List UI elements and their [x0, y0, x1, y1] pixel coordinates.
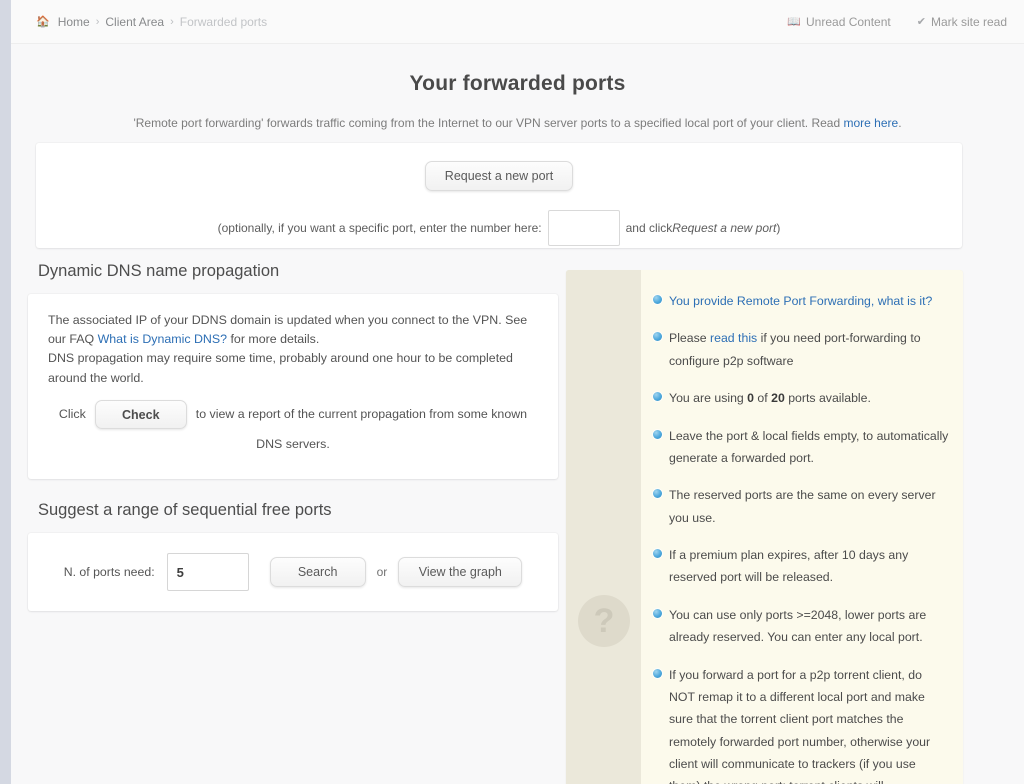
optional-text-mid: and click [625, 221, 673, 235]
suggest-ports-card: N. of ports need: Search or View the gra… [28, 533, 558, 612]
help-link-what-is-remote-port-forwarding[interactable]: You provide Remote Port Forwarding, what… [669, 294, 932, 308]
breadcrumb-item-forwarded-ports: Forwarded ports [179, 14, 268, 29]
unread-content-label: Unread Content [806, 14, 891, 29]
help-panel-body: You provide Remote Port Forwarding, what… [641, 270, 963, 784]
ddns-paragraph-1: The associated IP of your DDNS domain is… [48, 311, 538, 349]
mark-site-read-label: Mark site read [930, 14, 1007, 29]
what-is-dynamic-dns-link[interactable]: What is Dynamic DNS? [98, 332, 227, 346]
home-icon: 🏠 [36, 16, 50, 28]
bullet-icon [653, 668, 662, 678]
ddns-section-heading: Dynamic DNS name propagation [38, 262, 280, 280]
help-list: You provide Remote Port Forwarding, what… [653, 290, 949, 784]
question-mark-icon: ? [578, 595, 630, 647]
top-bar-actions: 📖 Unread Content ✔ Mark site read [787, 15, 1007, 29]
page-subtitle: 'Remote port forwarding' forwards traffi… [11, 116, 1024, 130]
help-item-6: You can use only ports >=2048, lower por… [653, 604, 949, 649]
unread-content-button[interactable]: 📖 Unread Content [787, 15, 890, 29]
help-item-1-before: Please [669, 331, 711, 346]
request-port-card: Request a new port (optionally, if you w… [36, 143, 962, 248]
help-item-6-text: You can use only ports >=2048, lower por… [669, 607, 927, 645]
check-button[interactable]: Check [94, 400, 187, 430]
ddns-click-word: Click [58, 406, 86, 421]
bullet-icon [653, 295, 662, 304]
left-edge-strip [0, 0, 11, 784]
breadcrumb: 🏠 Home › Client Area › Forwarded ports [36, 15, 267, 29]
request-new-port-button[interactable]: Request a new port [425, 161, 573, 191]
breadcrumb-separator-2: › [170, 15, 174, 28]
help-item-7: If you forward a port for a p2p torrent … [653, 664, 949, 784]
help-item-5: If a premium plan expires, after 10 days… [653, 544, 949, 589]
help-item-1: Please read this if you need port-forwar… [653, 327, 949, 372]
book-icon: 📖 [787, 16, 802, 28]
bullet-icon [653, 429, 662, 439]
ddns-paragraph-2: DNS propagation may require some time, p… [48, 351, 513, 385]
ports-usage-after: ports available. [784, 391, 871, 406]
search-button[interactable]: Search [269, 557, 366, 588]
optional-text-italic: Request a new port [672, 221, 777, 235]
top-bar: 🏠 Home › Client Area › Forwarded ports 📖… [11, 0, 1024, 44]
specific-port-input[interactable] [547, 210, 620, 246]
help-item-5-text: If a premium plan expires, after 10 days… [669, 548, 909, 585]
ports-usage-mid: of [754, 391, 772, 406]
bullet-icon [653, 608, 662, 618]
help-item-3-text: Leave the port & local fields empty, to … [669, 428, 949, 465]
ddns-para1-after: for more details. [227, 332, 320, 347]
breadcrumb-item-home[interactable]: Home [58, 15, 90, 29]
ddns-info-card: The associated IP of your DDNS domain is… [28, 294, 558, 480]
breadcrumb-item-client-area[interactable]: Client Area [105, 15, 164, 29]
ddns-check-description: to view a report of the current propagat… [195, 406, 528, 451]
mark-site-read-button[interactable]: ✔ Mark site read [917, 15, 1007, 29]
ddns-check-line: Click Check to view a report of the curren… [48, 400, 538, 460]
bullet-icon [653, 332, 662, 342]
help-item-3: Leave the port & local fields empty, to … [653, 425, 949, 470]
help-item-4-text: The reserved ports are the same on every… [669, 488, 936, 525]
page-header: Your forwarded ports 'Remote port forwar… [11, 44, 1024, 130]
bullet-icon [653, 489, 662, 499]
help-link-read-this[interactable]: read this [710, 331, 757, 345]
suggest-section-heading: Suggest a range of sequential free ports [38, 501, 332, 520]
breadcrumb-separator-1: › [95, 15, 100, 28]
view-the-graph-button[interactable]: View the graph [398, 557, 523, 588]
more-here-link[interactable]: more here [843, 116, 898, 130]
n-ports-label: N. of ports need: [63, 565, 155, 580]
page-title: Your forwarded ports [409, 72, 626, 95]
help-panel: ? You provide Remote Port Forwarding, wh… [566, 270, 963, 784]
help-item-4: The reserved ports are the same on every… [653, 484, 949, 529]
left-column: Dynamic DNS name propagation The associa… [28, 262, 558, 612]
optional-port-row: (optionally, if you want a specific port… [36, 210, 962, 246]
help-item-7-text: If you forward a port for a p2p torrent … [669, 667, 931, 784]
help-item-0: You provide Remote Port Forwarding, what… [653, 290, 949, 312]
check-icon: ✔ [916, 16, 926, 28]
bullet-icon [653, 549, 662, 558]
n-ports-input[interactable] [166, 553, 249, 592]
subtitle-text-before: 'Remote port forwarding' forwards traffi… [133, 116, 844, 130]
subtitle-text-after: . [898, 116, 902, 130]
bullet-icon [653, 392, 662, 402]
ports-total-count: 20 [771, 391, 785, 406]
help-item-2: You are using 0 of 20 ports available. [653, 387, 949, 409]
ports-used-count: 0 [747, 391, 755, 406]
optional-text-after: ) [776, 221, 781, 235]
or-separator: or [376, 565, 388, 580]
help-panel-gutter: ? [566, 270, 641, 784]
ports-usage-before: You are using [669, 391, 748, 406]
optional-text-before: (optionally, if you want a specific port… [217, 221, 542, 235]
